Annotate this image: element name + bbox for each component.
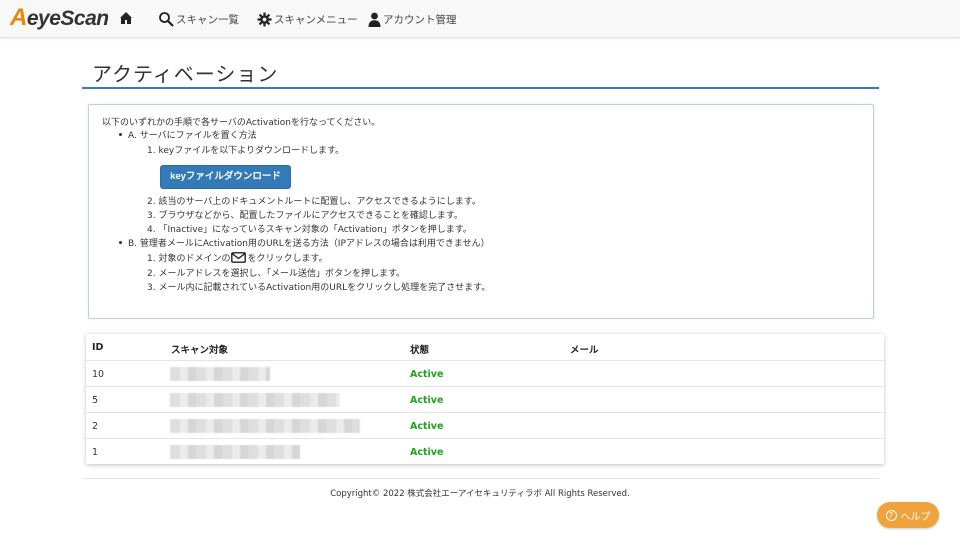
question-icon: ? bbox=[885, 509, 897, 521]
step-b3: 3. メール内に記載されているActivation用のURLをクリックし処理を完… bbox=[147, 283, 491, 293]
header-state: 状態 bbox=[410, 345, 430, 356]
status-active: Active bbox=[410, 369, 444, 380]
redacted-target bbox=[170, 367, 270, 381]
footer: Copyright© 2022 株式会社エーアイセキュリティラボ All Rig… bbox=[0, 487, 960, 499]
nav-account-management[interactable]: アカウント管理 bbox=[368, 10, 457, 28]
header-mail: メール bbox=[570, 345, 599, 356]
intro-text: 以下のいずれかの手順で各サーバのActivationを行なってください。 bbox=[102, 118, 381, 128]
instructions-panel: 以下のいずれかの手順で各サーバのActivationを行なってください。 A. … bbox=[88, 104, 874, 319]
title-underline bbox=[82, 87, 879, 89]
redacted-target bbox=[170, 393, 340, 407]
redacted-target bbox=[170, 419, 360, 433]
help-button[interactable]: ? ヘルプ bbox=[877, 502, 939, 528]
header-target: スキャン対象 bbox=[171, 345, 229, 356]
key-file-download-button[interactable]: keyファイルダウンロード bbox=[160, 165, 291, 189]
step-a1: 1. keyファイルを以下よりダウンロードします。 bbox=[147, 146, 345, 156]
user-icon bbox=[368, 12, 381, 27]
table-row: 10 Active bbox=[86, 360, 884, 386]
status-active: Active bbox=[410, 421, 444, 432]
status-active: Active bbox=[410, 395, 444, 406]
status-active: Active bbox=[410, 447, 444, 458]
method-a-heading: A. サーバにファイルを置く方法 bbox=[119, 130, 257, 142]
nav-scan-list[interactable]: スキャン一覧 bbox=[158, 10, 239, 28]
mail-icon bbox=[231, 252, 247, 263]
step-b2: 2. メールアドレスを選択し、「メール送信」ボタンを押します。 bbox=[147, 269, 406, 279]
step-b1: 1. 対象のドメインの をクリックします。 bbox=[147, 252, 328, 264]
step-a2: 2. 該当のサーバ上のドキュメントルートに配置し、アクセスできるようにします。 bbox=[147, 197, 481, 207]
home-icon[interactable] bbox=[119, 11, 133, 25]
search-icon bbox=[159, 12, 174, 27]
help-label: ヘルプ bbox=[900, 511, 931, 523]
table-row: 5 Active bbox=[86, 386, 884, 412]
scan-target-table: ID スキャン対象 状態 メール 10 Active 5 Active 2 Ac… bbox=[86, 334, 884, 464]
navbar: AeyeScan スキャン一覧 スキャンメニュー アカウント管理 bbox=[0, 0, 960, 38]
step-a4: 4. 「Inactive」になっているスキャン対象の「Activation」ボタ… bbox=[147, 225, 472, 235]
table-header: ID スキャン対象 状態 メール bbox=[86, 334, 884, 360]
footer-divider bbox=[82, 478, 879, 479]
table-row: 2 Active bbox=[86, 412, 884, 438]
nav-scan-menu[interactable]: スキャンメニュー bbox=[257, 10, 358, 28]
step-a3: 3. ブラウザなどから、配置したファイルにアクセスできることを確認します。 bbox=[147, 211, 463, 221]
method-b-heading: B. 管理者メールにActivation用のURLを送る方法（IPアドレスの場合… bbox=[119, 238, 490, 250]
redacted-target bbox=[170, 445, 300, 459]
copyright-text: Copyright© 2022 株式会社エーアイセキュリティラボ All Rig… bbox=[330, 489, 630, 499]
aeyescan-logo[interactable]: AeyeScan bbox=[10, 5, 109, 31]
table-row: 1 Active bbox=[86, 438, 884, 464]
header-id: ID bbox=[92, 342, 104, 353]
page-title: アクティベーション bbox=[92, 62, 279, 86]
gear-icon bbox=[257, 11, 272, 27]
